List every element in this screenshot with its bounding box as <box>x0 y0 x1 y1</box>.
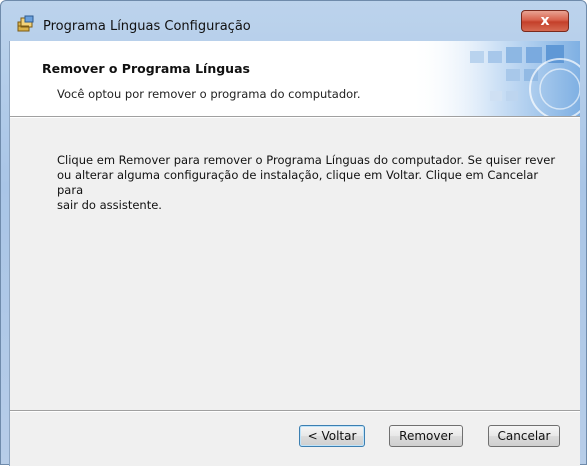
banner-title: Remover o Programa Línguas <box>42 61 250 76</box>
banner-subtitle: Você optou por remover o programa do com… <box>57 87 361 101</box>
cancel-button[interactable]: Cancelar <box>488 425 560 447</box>
remove-button[interactable]: Remover <box>389 425 463 447</box>
back-button[interactable]: < Voltar <box>299 425 365 447</box>
window-title: Programa Línguas Configuração <box>43 19 251 34</box>
installer-package-icon <box>17 15 34 32</box>
dialog-client: Remover o Programa Línguas Você optou po… <box>9 41 580 466</box>
title-bar: Programa Línguas Configuração x <box>1 1 586 41</box>
close-icon: x <box>540 13 550 29</box>
divider-bottom <box>10 410 580 412</box>
header-banner: Remover o Programa Línguas Você optou po… <box>10 41 580 116</box>
instruction-text: Clique em Remover para remover o Program… <box>57 153 556 212</box>
banner-decoration-icon <box>410 41 580 116</box>
installer-window: Programa Línguas Configuração x Remover … <box>0 0 587 466</box>
divider-top <box>10 116 580 118</box>
close-button[interactable]: x <box>521 10 569 32</box>
